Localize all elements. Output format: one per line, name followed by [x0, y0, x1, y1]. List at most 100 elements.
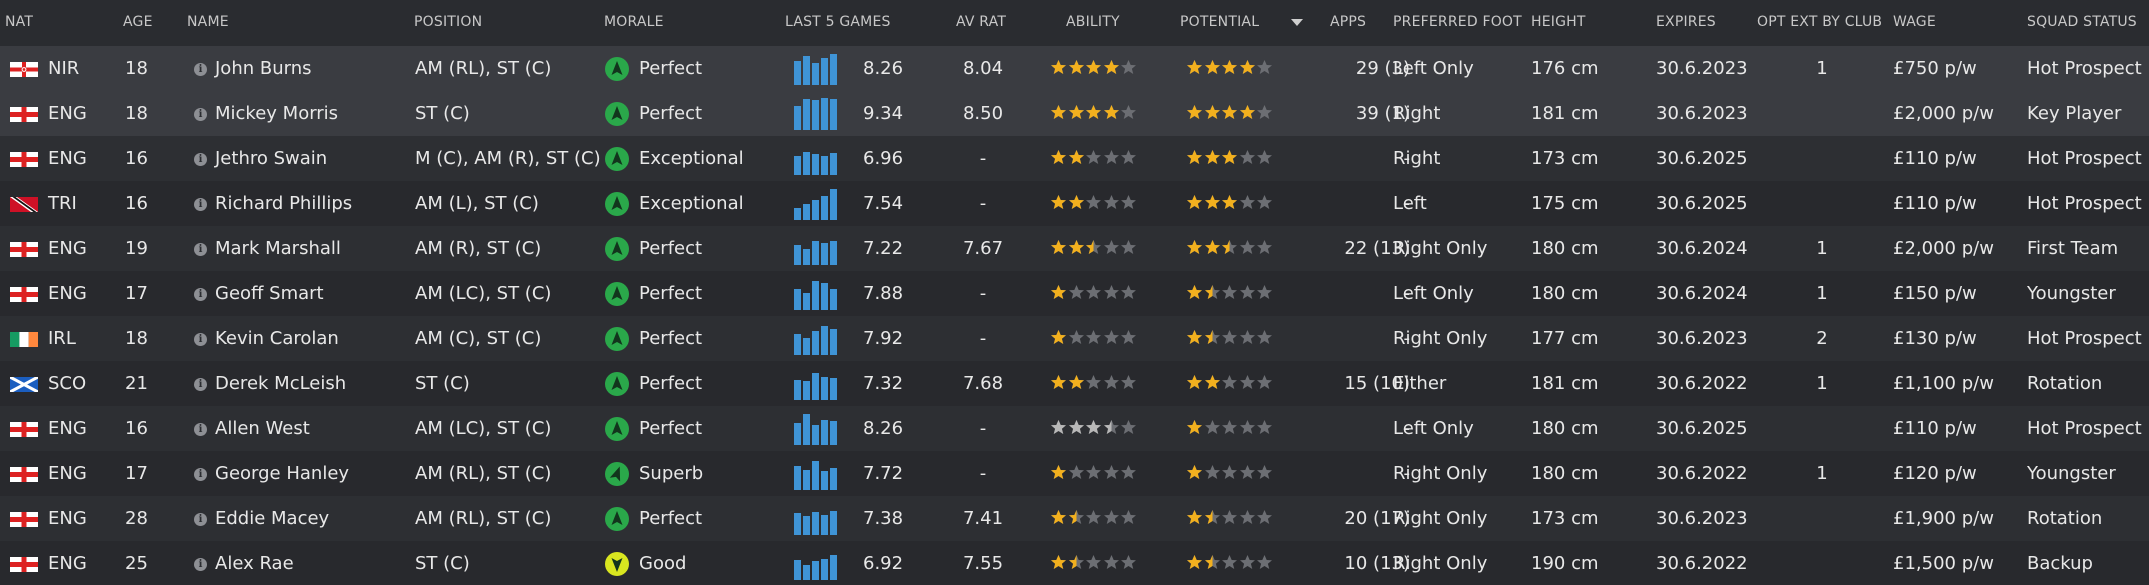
table-row[interactable]: TRI 16 i Richard Phillips AM (L), ST (C) Exce…	[0, 181, 2149, 226]
preferred-foot-cell: Right Only	[1393, 238, 1488, 259]
av-rat-cell: 7.55	[962, 553, 1004, 574]
morale-perfect-icon	[604, 371, 630, 397]
table-row[interactable]: ENG 18 i Mickey Morris ST (C) Perfect 9.34 8.50…	[0, 91, 2149, 136]
col-wage[interactable]: WAGE	[1893, 14, 1936, 30]
height-cell: 190 cm	[1531, 553, 1599, 574]
form-bar	[812, 100, 819, 130]
morale-cell: Perfect	[639, 328, 703, 349]
info-icon[interactable]: i	[194, 288, 207, 301]
table-row[interactable]: ENG 17 i George Hanley AM (RL), ST (C) Superb…	[0, 451, 2149, 496]
table-row[interactable]: SCO 21 i Derek McLeish ST (C) Perfect 7.32 7.68…	[0, 361, 2149, 406]
player-name-link[interactable]: John Burns	[215, 59, 312, 79]
info-icon[interactable]: i	[194, 468, 207, 481]
player-name-link[interactable]: Jethro Swain	[215, 149, 327, 169]
info-icon[interactable]: i	[194, 513, 207, 526]
av-rat-cell: 8.50	[962, 103, 1004, 124]
preferred-foot-cell: Right	[1393, 103, 1441, 124]
nat-cell: ENG	[48, 553, 87, 574]
form-bar	[794, 61, 801, 85]
table-row[interactable]: NIR 18 i John Burns AM (RL), ST (C) Perfect 8.…	[0, 46, 2149, 91]
col-name[interactable]: NAME	[187, 14, 229, 30]
player-name-link[interactable]: George Hanley	[215, 464, 349, 484]
flag-eng-icon	[10, 557, 38, 572]
col-expires[interactable]: EXPIRES	[1656, 14, 1716, 30]
player-name-link[interactable]: Derek McLeish	[215, 374, 346, 394]
table-row[interactable]: ENG 17 i Geoff Smart AM (LC), ST (C) Perfect 7…	[0, 271, 2149, 316]
form-bar	[812, 281, 819, 310]
col-age[interactable]: AGE	[123, 14, 153, 30]
col-squad-status[interactable]: SQUAD STATUS	[2027, 14, 2137, 30]
position-cell: AM (RL), ST (C)	[415, 58, 552, 79]
info-icon[interactable]: i	[194, 153, 207, 166]
age-cell: 16	[125, 193, 148, 214]
opt-ext-cell: 1	[1816, 58, 1828, 79]
form-bar	[830, 555, 837, 580]
apps-cell: 29 (3)	[1355, 58, 1410, 79]
col-morale[interactable]: MORALE	[604, 14, 664, 30]
form-bar	[812, 561, 819, 580]
expires-cell: 30.6.2024	[1656, 238, 1748, 259]
form-bar	[803, 56, 810, 85]
player-name-link[interactable]: Allen West	[215, 419, 310, 439]
av-rat-cell: -	[979, 148, 987, 169]
info-icon[interactable]: i	[194, 63, 207, 76]
height-cell: 181 cm	[1531, 103, 1599, 124]
col-height[interactable]: HEIGHT	[1531, 14, 1586, 30]
player-name-link[interactable]: Kevin Carolan	[215, 329, 339, 349]
player-name-link[interactable]: Eddie Macey	[215, 509, 329, 529]
age-cell: 28	[125, 508, 148, 529]
position-cell: AM (LC), ST (C)	[415, 418, 552, 439]
expires-cell: 30.6.2025	[1656, 148, 1748, 169]
apps-cell: -	[1403, 328, 1411, 349]
preferred-foot-cell: Left Only	[1393, 283, 1474, 304]
form-rating-cell: 7.92	[863, 328, 904, 349]
flag-nir-icon	[10, 62, 38, 77]
morale-cell: Perfect	[639, 58, 703, 79]
height-cell: 177 cm	[1531, 328, 1599, 349]
table-row[interactable]: ENG 28 i Eddie Macey AM (RL), ST (C) Perfect 7…	[0, 496, 2149, 541]
col-ability[interactable]: ABILITY	[1066, 14, 1120, 30]
info-icon[interactable]: i	[194, 108, 207, 121]
col-apps[interactable]: APPS	[1330, 14, 1366, 30]
info-icon[interactable]: i	[194, 198, 207, 211]
player-name-link[interactable]: Geoff Smart	[215, 284, 324, 304]
info-icon[interactable]: i	[194, 558, 207, 571]
nat-cell: ENG	[48, 283, 87, 304]
player-name-link[interactable]: Mickey Morris	[215, 104, 338, 124]
last-5-games-chart	[794, 501, 854, 535]
table-row[interactable]: ENG 19 i Mark Marshall AM (R), ST (C) Perfect…	[0, 226, 2149, 271]
info-icon[interactable]: i	[194, 243, 207, 256]
nat-cell: ENG	[48, 418, 87, 439]
col-nat[interactable]: NAT	[5, 14, 33, 30]
expires-cell: 30.6.2023	[1656, 103, 1748, 124]
table-row[interactable]: ENG 16 i Jethro Swain M (C), AM (R), ST (C) E…	[0, 136, 2149, 181]
col-potential[interactable]: POTENTIAL	[1180, 14, 1259, 30]
info-icon[interactable]: i	[194, 423, 207, 436]
wage-cell: £110 p/w	[1893, 148, 1977, 169]
info-icon[interactable]: i	[194, 333, 207, 346]
flag-eng-icon	[10, 107, 38, 122]
table-row[interactable]: ENG 16 i Allen West AM (LC), ST (C) Perfect 8.…	[0, 406, 2149, 451]
squad-status-cell: Rotation	[2027, 373, 2103, 394]
player-name-link[interactable]: Richard Phillips	[215, 194, 352, 214]
col-preferred-foot[interactable]: PREFERRED FOOT	[1393, 14, 1522, 30]
info-icon[interactable]: i	[194, 378, 207, 391]
col-avrat[interactable]: AV RAT	[956, 14, 1006, 30]
wage-cell: £2,000 p/w	[1893, 238, 1994, 259]
col-position[interactable]: POSITION	[414, 14, 482, 30]
col-last5[interactable]: LAST 5 GAMES	[785, 14, 891, 30]
form-bar	[821, 559, 828, 580]
age-cell: 18	[125, 58, 148, 79]
form-bar	[821, 471, 828, 490]
table-row[interactable]: IRL 18 i Kevin Carolan AM (C), ST (C) Perfect…	[0, 316, 2149, 361]
player-name-link[interactable]: Alex Rae	[215, 554, 294, 574]
nat-cell: ENG	[48, 463, 87, 484]
sort-descending-icon[interactable]	[1291, 19, 1303, 26]
age-cell: 16	[125, 148, 148, 169]
col-opt-ext[interactable]: OPT EXT BY CLUB	[1757, 14, 1882, 30]
table-row[interactable]: ENG 25 i Alex Rae ST (C) Good 6.92 7.55 10 (13) R…	[0, 541, 2149, 585]
form-bar	[794, 156, 801, 175]
form-bar	[794, 208, 801, 220]
player-name-link[interactable]: Mark Marshall	[215, 239, 341, 259]
opt-ext-cell: 1	[1816, 373, 1828, 394]
